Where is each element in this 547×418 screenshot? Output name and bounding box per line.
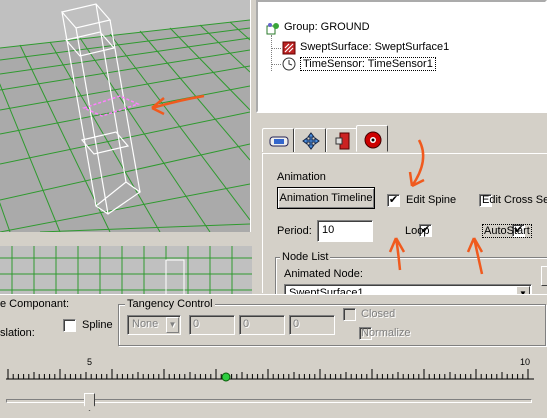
tangency-value-3[interactable]: 0 xyxy=(289,315,335,335)
chevron-down-icon: ▼ xyxy=(166,317,179,333)
node-list-title: Node List xyxy=(280,251,331,263)
time-sensor-icon xyxy=(282,57,296,71)
keyframe-marker xyxy=(221,372,231,382)
tangency-value-2[interactable]: 0 xyxy=(239,315,285,335)
tree-item-label: SweptSurface: SweptSurface1 xyxy=(300,41,450,53)
move-tab-icon xyxy=(301,132,321,153)
timeline-panel: e Componant: slation: Spline Tangency Co… xyxy=(0,294,547,418)
tab-move[interactable] xyxy=(294,128,326,152)
tangency-value-1[interactable]: 0 xyxy=(189,315,235,335)
geometry-tab-icon xyxy=(269,135,289,150)
spline-label: Spline xyxy=(82,319,113,331)
ground-grid xyxy=(0,3,250,232)
animation-timeline-button[interactable]: Animation Timeline xyxy=(277,187,375,209)
scene-tree[interactable]: Group: GROUND SweptSurface: SweptSurface… xyxy=(256,0,547,113)
tree-item-label: TimeSensor: TimeSensor1 xyxy=(300,57,436,71)
tangency-control-group: Tangency Control None ▼ 0 0 0 Closed Nor… xyxy=(118,298,546,346)
tree-item-label: Group: GROUND xyxy=(284,21,370,33)
animation-tab-icon xyxy=(364,131,382,152)
side-grid xyxy=(0,246,252,296)
tab-geometry[interactable] xyxy=(262,128,294,152)
period-label: Period: xyxy=(277,225,312,237)
group-node-icon xyxy=(266,22,280,35)
autostart-label: AutoStart xyxy=(482,224,532,238)
normalize-label: Normalize xyxy=(361,327,411,339)
edit-spine-label: Edit Spine xyxy=(406,194,457,206)
edit-spine-checkbox[interactable]: ✔ xyxy=(387,194,400,207)
spline-checkbox[interactable] xyxy=(63,319,76,332)
closed-label: Closed xyxy=(361,308,396,320)
tangency-select[interactable]: None ▼ xyxy=(127,315,181,335)
translation-label: slation: xyxy=(0,327,35,339)
animation-panel: Animation Animation Timeline ✔ Edit Spin… xyxy=(262,153,547,307)
period-input[interactable]: 10 xyxy=(317,220,373,242)
period-value: 10 xyxy=(322,224,335,236)
loop-label: Loop xyxy=(405,225,430,237)
tangency-select-value: None xyxy=(132,318,159,330)
animation-timeline-label: Animation Timeline xyxy=(279,192,373,204)
animated-node-label: Animated Node: xyxy=(284,268,363,280)
tangency-value-text: 0 xyxy=(243,318,250,330)
property-tabs xyxy=(256,125,547,154)
tangency-value-text: 0 xyxy=(293,318,300,330)
viewport-2d[interactable] xyxy=(0,246,252,296)
slider-thumb[interactable] xyxy=(84,393,95,411)
animation-section-label: Animation xyxy=(277,171,326,183)
tangency-control-title: Tangency Control xyxy=(125,298,215,310)
ruler-ticks xyxy=(6,369,534,382)
closed-checkbox[interactable] xyxy=(343,308,356,321)
viewport-3d[interactable] xyxy=(0,0,250,232)
swept-surface-icon xyxy=(282,41,296,55)
tangency-value-text: 0 xyxy=(193,318,200,330)
edit-cross-section-label: Edit Cross Sec xyxy=(482,194,547,206)
time-slider[interactable] xyxy=(6,393,536,411)
component-label: e Componant: xyxy=(0,298,70,310)
door-tab-icon xyxy=(335,132,351,153)
tab-animation[interactable] xyxy=(356,125,388,152)
tab-door[interactable] xyxy=(326,128,358,152)
timeline-ruler[interactable]: 5 10 xyxy=(6,357,536,385)
